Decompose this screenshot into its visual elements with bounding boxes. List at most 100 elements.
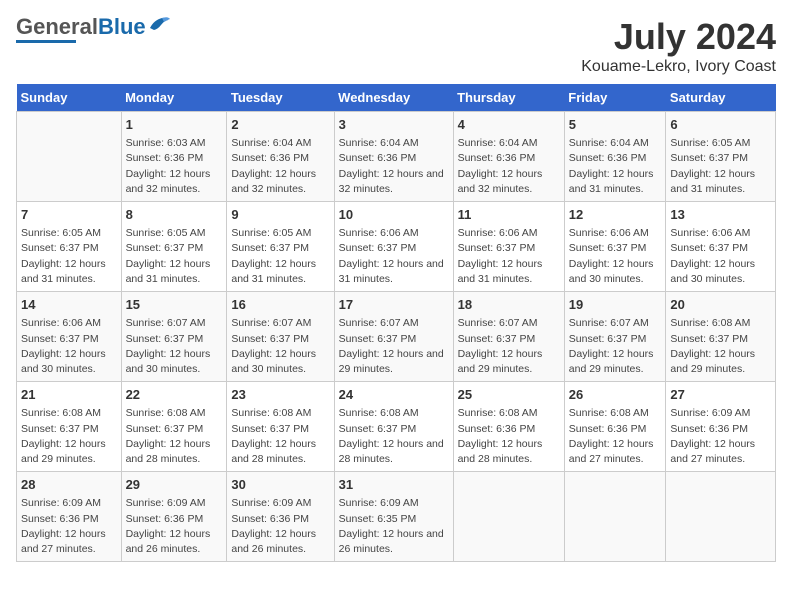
header-friday: Friday bbox=[564, 84, 666, 112]
day-number: 9 bbox=[231, 206, 329, 224]
calendar-cell: 3Sunrise: 6:04 AMSunset: 6:36 PMDaylight… bbox=[334, 112, 453, 202]
calendar-subtitle: Kouame-Lekro, Ivory Coast bbox=[581, 58, 776, 76]
day-detail: Sunrise: 6:04 AMSunset: 6:36 PMDaylight:… bbox=[458, 136, 560, 197]
calendar-cell: 20 Sunrise: 6:08 AMSunset: 6:37 PMDayligh… bbox=[666, 292, 776, 382]
calendar-week-row: 28 Sunrise: 6:09 AMSunset: 6:36 PMDayligh… bbox=[17, 472, 776, 562]
calendar-cell: 2 Sunrise: 6:04 AMSunset: 6:36 PMDaylight… bbox=[227, 112, 334, 202]
day-detail: Sunrise: 6:08 AMSunset: 6:37 PMDaylight:… bbox=[21, 406, 117, 467]
day-number: 8 bbox=[126, 206, 223, 224]
day-number: 24 bbox=[339, 386, 449, 404]
day-number: 26 bbox=[569, 386, 662, 404]
header-monday: Monday bbox=[121, 84, 227, 112]
calendar-cell: 27 Sunrise: 6:09 AMSunset: 6:36 PMDayligh… bbox=[666, 382, 776, 472]
day-detail: Sunrise: 6:09 AMSunset: 6:36 PMDaylight:… bbox=[670, 406, 771, 467]
calendar-cell: 13 Sunrise: 6:06 AMSunset: 6:37 PMDayligh… bbox=[666, 202, 776, 292]
calendar-cell: 5 Sunrise: 6:04 AMSunset: 6:36 PMDaylight… bbox=[564, 112, 666, 202]
day-number: 30 bbox=[231, 476, 329, 494]
day-detail: Sunrise: 6:08 AMSunset: 6:36 PMDaylight:… bbox=[458, 406, 560, 467]
calendar-cell: 6 Sunrise: 6:05 AMSunset: 6:37 PMDaylight… bbox=[666, 112, 776, 202]
day-number: 23 bbox=[231, 386, 329, 404]
day-detail: Sunrise: 6:09 AMSunset: 6:36 PMDaylight:… bbox=[231, 496, 329, 557]
day-detail: Sunrise: 6:05 AMSunset: 6:37 PMDaylight:… bbox=[21, 226, 117, 287]
day-number: 28 bbox=[21, 476, 117, 494]
day-number: 13 bbox=[670, 206, 771, 224]
day-detail: Sunrise: 6:04 AMSunset: 6:36 PMDaylight:… bbox=[231, 136, 329, 197]
day-detail: Sunrise: 6:07 AMSunset: 6:37 PMDaylight:… bbox=[569, 316, 662, 377]
day-number: 2 bbox=[231, 116, 329, 134]
day-number: 17 bbox=[339, 296, 449, 314]
calendar-cell: 10 Sunrise: 6:06 AMSunset: 6:37 PMDayligh… bbox=[334, 202, 453, 292]
logo: GeneralBlue bbox=[16, 16, 170, 43]
header-saturday: Saturday bbox=[666, 84, 776, 112]
day-detail: Sunrise: 6:09 AMSunset: 6:35 PMDaylight:… bbox=[339, 496, 449, 557]
day-detail: Sunrise: 6:03 AMSunset: 6:36 PMDaylight:… bbox=[126, 136, 223, 197]
day-detail: Sunrise: 6:05 AMSunset: 6:37 PMDaylight:… bbox=[126, 226, 223, 287]
calendar-week-row: 21 Sunrise: 6:08 AMSunset: 6:37 PMDayligh… bbox=[17, 382, 776, 472]
calendar-week-row: 1Sunrise: 6:03 AMSunset: 6:36 PMDaylight… bbox=[17, 112, 776, 202]
day-number: 4 bbox=[458, 116, 560, 134]
day-detail: Sunrise: 6:06 AMSunset: 6:37 PMDaylight:… bbox=[569, 226, 662, 287]
calendar-cell: 28 Sunrise: 6:09 AMSunset: 6:36 PMDayligh… bbox=[17, 472, 122, 562]
calendar-cell: 15 Sunrise: 6:07 AMSunset: 6:37 PMDayligh… bbox=[121, 292, 227, 382]
day-detail: Sunrise: 6:06 AMSunset: 6:37 PMDaylight:… bbox=[21, 316, 117, 377]
logo-blue: Blue bbox=[98, 14, 146, 39]
day-detail: Sunrise: 6:08 AMSunset: 6:37 PMDaylight:… bbox=[670, 316, 771, 377]
day-number: 18 bbox=[458, 296, 560, 314]
day-detail: Sunrise: 6:06 AMSunset: 6:37 PMDaylight:… bbox=[339, 226, 449, 287]
day-number: 6 bbox=[670, 116, 771, 134]
day-number: 31 bbox=[339, 476, 449, 494]
logo-bird-icon bbox=[148, 16, 170, 34]
logo-text: GeneralBlue bbox=[16, 16, 146, 38]
calendar-cell: 19 Sunrise: 6:07 AMSunset: 6:37 PMDayligh… bbox=[564, 292, 666, 382]
day-number: 15 bbox=[126, 296, 223, 314]
calendar-cell: 30 Sunrise: 6:09 AMSunset: 6:36 PMDayligh… bbox=[227, 472, 334, 562]
day-detail: Sunrise: 6:06 AMSunset: 6:37 PMDaylight:… bbox=[458, 226, 560, 287]
day-detail: Sunrise: 6:09 AMSunset: 6:36 PMDaylight:… bbox=[21, 496, 117, 557]
calendar-cell: 16 Sunrise: 6:07 AMSunset: 6:37 PMDayligh… bbox=[227, 292, 334, 382]
day-number: 7 bbox=[21, 206, 117, 224]
day-number: 19 bbox=[569, 296, 662, 314]
calendar-cell bbox=[453, 472, 564, 562]
calendar-cell: 17 Sunrise: 6:07 AMSunset: 6:37 PMDayligh… bbox=[334, 292, 453, 382]
calendar-cell bbox=[17, 112, 122, 202]
page-header: GeneralBlue July 2024 Kouame-Lekro, Ivor… bbox=[16, 16, 776, 76]
header-wednesday: Wednesday bbox=[334, 84, 453, 112]
calendar-cell: 7 Sunrise: 6:05 AMSunset: 6:37 PMDaylight… bbox=[17, 202, 122, 292]
day-detail: Sunrise: 6:04 AMSunset: 6:36 PMDaylight:… bbox=[569, 136, 662, 197]
day-number: 11 bbox=[458, 206, 560, 224]
logo-general: General bbox=[16, 14, 98, 39]
day-number: 29 bbox=[126, 476, 223, 494]
day-number: 21 bbox=[21, 386, 117, 404]
calendar-cell: 8 Sunrise: 6:05 AMSunset: 6:37 PMDaylight… bbox=[121, 202, 227, 292]
calendar-cell: 9 Sunrise: 6:05 AMSunset: 6:37 PMDaylight… bbox=[227, 202, 334, 292]
day-number: 14 bbox=[21, 296, 117, 314]
logo-divider bbox=[16, 40, 76, 43]
day-detail: Sunrise: 6:07 AMSunset: 6:37 PMDaylight:… bbox=[231, 316, 329, 377]
day-detail: Sunrise: 6:06 AMSunset: 6:37 PMDaylight:… bbox=[670, 226, 771, 287]
day-number: 10 bbox=[339, 206, 449, 224]
calendar-cell: 22Sunrise: 6:08 AMSunset: 6:37 PMDayligh… bbox=[121, 382, 227, 472]
day-detail: Sunrise: 6:05 AMSunset: 6:37 PMDaylight:… bbox=[670, 136, 771, 197]
calendar-cell bbox=[666, 472, 776, 562]
header-sunday: Sunday bbox=[17, 84, 122, 112]
day-detail: Sunrise: 6:08 AMSunset: 6:37 PMDaylight:… bbox=[231, 406, 329, 467]
day-number: 3 bbox=[339, 116, 449, 134]
calendar-cell: 29Sunrise: 6:09 AMSunset: 6:36 PMDayligh… bbox=[121, 472, 227, 562]
calendar-cell: 31 Sunrise: 6:09 AMSunset: 6:35 PMDayligh… bbox=[334, 472, 453, 562]
calendar-cell: 12Sunrise: 6:06 AMSunset: 6:37 PMDayligh… bbox=[564, 202, 666, 292]
title-block: July 2024 Kouame-Lekro, Ivory Coast bbox=[581, 16, 776, 76]
calendar-cell: 25Sunrise: 6:08 AMSunset: 6:36 PMDayligh… bbox=[453, 382, 564, 472]
day-detail: Sunrise: 6:08 AMSunset: 6:37 PMDaylight:… bbox=[126, 406, 223, 467]
day-detail: Sunrise: 6:07 AMSunset: 6:37 PMDaylight:… bbox=[126, 316, 223, 377]
day-number: 5 bbox=[569, 116, 662, 134]
day-number: 16 bbox=[231, 296, 329, 314]
day-detail: Sunrise: 6:08 AMSunset: 6:37 PMDaylight:… bbox=[339, 406, 449, 467]
day-detail: Sunrise: 6:08 AMSunset: 6:36 PMDaylight:… bbox=[569, 406, 662, 467]
day-detail: Sunrise: 6:07 AMSunset: 6:37 PMDaylight:… bbox=[339, 316, 449, 377]
header-tuesday: Tuesday bbox=[227, 84, 334, 112]
day-detail: Sunrise: 6:05 AMSunset: 6:37 PMDaylight:… bbox=[231, 226, 329, 287]
day-number: 20 bbox=[670, 296, 771, 314]
day-number: 27 bbox=[670, 386, 771, 404]
calendar-cell: 14 Sunrise: 6:06 AMSunset: 6:37 PMDayligh… bbox=[17, 292, 122, 382]
calendar-week-row: 7 Sunrise: 6:05 AMSunset: 6:37 PMDaylight… bbox=[17, 202, 776, 292]
